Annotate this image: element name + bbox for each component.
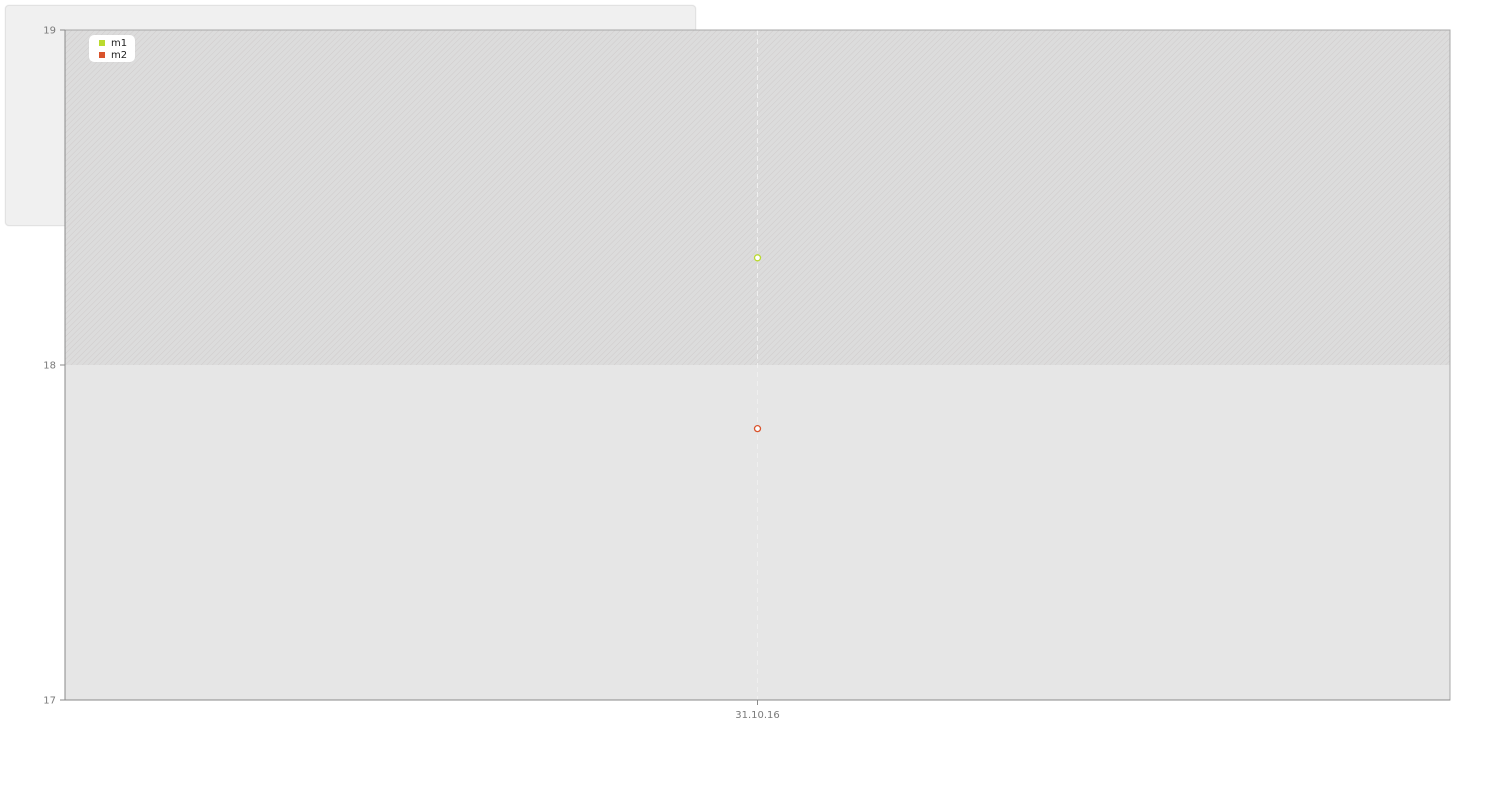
legend-item-m1[interactable]: m1	[99, 38, 127, 50]
y-tick-label: 18	[43, 361, 56, 372]
data-point-m2[interactable]	[753, 424, 762, 433]
chart-canvas: 17 18 19 31.10.16	[43, 26, 1451, 721]
legend-item-m2[interactable]: m2	[99, 50, 127, 62]
legend: m1 m2	[89, 35, 135, 62]
legend-swatch-m2	[99, 52, 105, 58]
legend-swatch-m1	[99, 40, 105, 46]
highlight-band	[65, 30, 1450, 365]
y-tick-label: 19	[43, 26, 56, 37]
legend-label-m1: m1	[111, 38, 128, 49]
data-point-m1[interactable]	[753, 254, 762, 262]
legend-label-m2: m2	[111, 50, 128, 61]
x-tick-label: 31.10.16	[735, 710, 780, 721]
y-tick-label: 17	[43, 696, 56, 707]
